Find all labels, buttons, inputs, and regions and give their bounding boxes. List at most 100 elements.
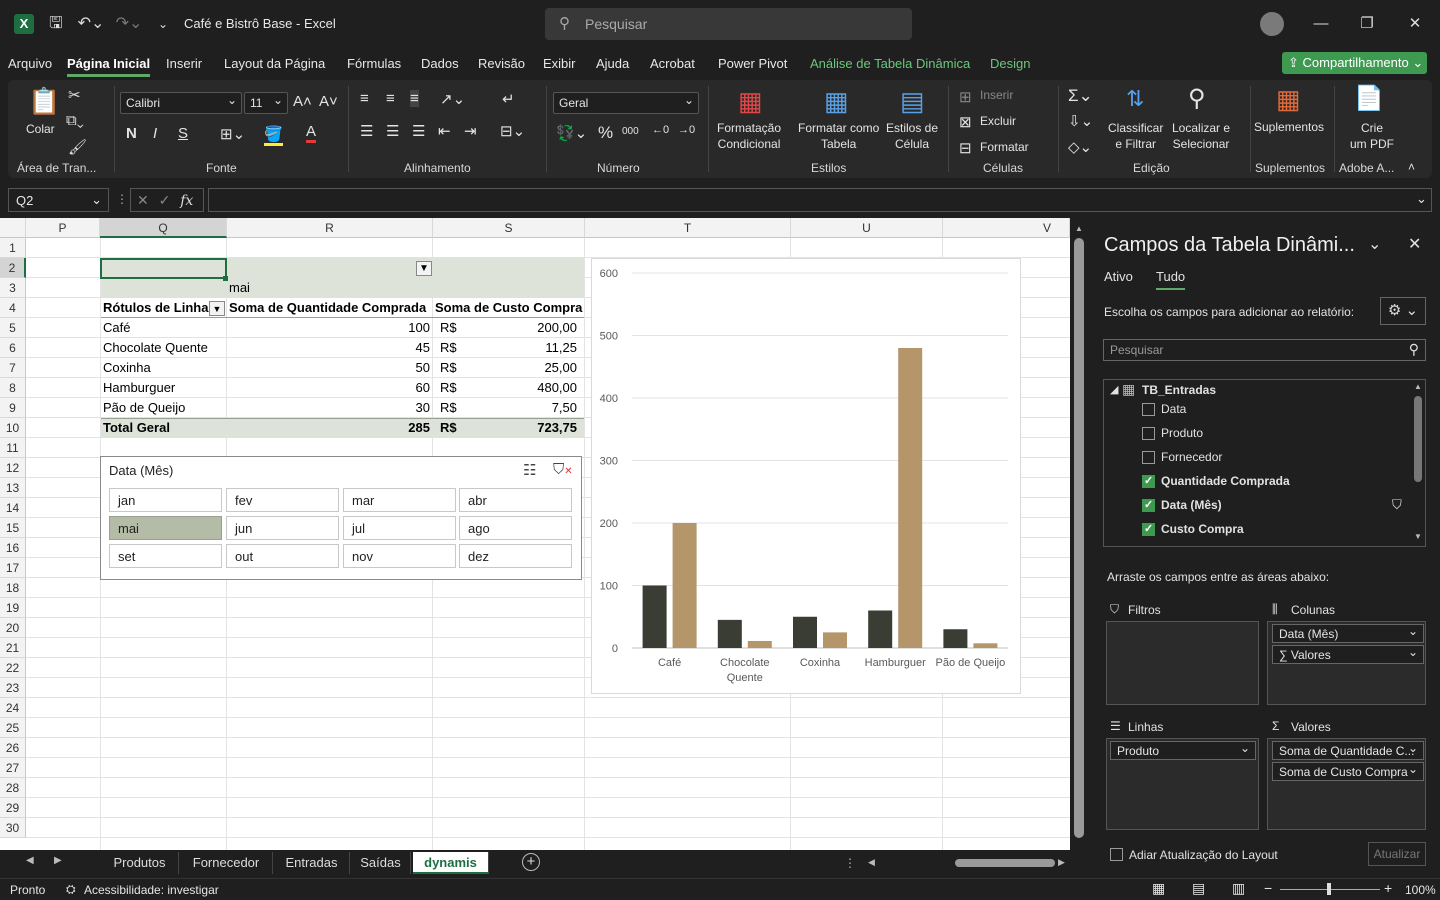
row-header[interactable]: 22 [0, 658, 26, 678]
save-icon[interactable]: 🖫 [46, 12, 66, 36]
field-checkbox[interactable] [1142, 498, 1155, 512]
addins-button[interactable]: Suplementos [1254, 120, 1324, 134]
zoom-in-icon[interactable]: + [1384, 880, 1392, 896]
scroll-thumb[interactable] [1074, 238, 1084, 838]
close-icon[interactable]: ✕ [1400, 10, 1430, 38]
paste-icon[interactable]: 📋 [28, 86, 60, 117]
columns-item-valores[interactable]: ∑ Valores [1272, 645, 1424, 664]
align-top-icon[interactable]: ≡ [360, 90, 369, 107]
row-header[interactable]: 10 [0, 418, 26, 438]
fill-color-icon[interactable]: 🪣 [264, 125, 283, 146]
restore-icon[interactable]: ❐ [1352, 10, 1382, 38]
row-header[interactable]: 3 [0, 278, 26, 298]
field-label[interactable]: Quantidade Comprada [1161, 474, 1290, 488]
clear-icon[interactable]: ◇⌄ [1068, 138, 1092, 156]
row-header[interactable]: 8 [0, 378, 26, 398]
orientation-icon[interactable]: ↗⌄ [440, 90, 465, 108]
cell-styles-icon[interactable]: ▤ [900, 86, 925, 117]
row-header[interactable]: 26 [0, 738, 26, 758]
italic-button[interactable]: I [153, 125, 157, 142]
row-header[interactable]: 11 [0, 438, 26, 458]
clear-filter-icon[interactable]: ⛉✕ [553, 461, 573, 478]
row-header[interactable]: 30 [0, 818, 26, 838]
field-label[interactable]: Produto [1161, 426, 1203, 440]
chart-bar[interactable] [973, 643, 998, 648]
zoom-out-icon[interactable]: − [1264, 880, 1272, 896]
row-header[interactable]: 28 [0, 778, 26, 798]
row-header[interactable]: 13 [0, 478, 26, 498]
merge-icon[interactable]: ⊟⌄ [500, 122, 525, 140]
row-header[interactable]: 24 [0, 698, 26, 718]
collapse-icon[interactable]: ◢ [1110, 383, 1118, 396]
percent-icon[interactable]: % [598, 123, 613, 143]
values-item-custo[interactable]: Soma de Custo Compra [1272, 762, 1424, 781]
align-bottom-icon[interactable]: ≡ [410, 90, 419, 107]
horizontal-scroll-thumb[interactable] [955, 859, 1055, 867]
enter-icon[interactable]: ✓ [159, 192, 171, 208]
row-header[interactable]: 14 [0, 498, 26, 518]
format-cells-icon[interactable]: ⊟ [959, 139, 972, 157]
zoom-level[interactable]: 100% [1405, 883, 1436, 897]
sort-filter-icon[interactable]: ⇅ [1126, 86, 1144, 112]
align-center-icon[interactable]: ☰ [386, 122, 399, 140]
field-checkbox[interactable] [1142, 403, 1155, 416]
chart-bar[interactable] [943, 629, 968, 648]
increase-decimal-icon[interactable]: ←0 [652, 124, 669, 136]
chart-bar[interactable] [868, 610, 893, 649]
menu-dados[interactable]: Dados [421, 56, 459, 71]
row-header[interactable]: 9 [0, 398, 26, 418]
sheet-tab-fornecedor[interactable]: Fornecedor [180, 852, 273, 874]
autosum-icon[interactable]: Σ⌄ [1068, 86, 1093, 106]
scroll-left-icon[interactable]: ◀ [868, 857, 875, 868]
menu-arquivo[interactable]: Arquivo [8, 56, 52, 71]
accessibility-status[interactable]: Acessibilidade: investigar [84, 883, 219, 897]
chart-bar[interactable] [672, 523, 697, 648]
grow-font-icon[interactable]: A˄ [293, 93, 312, 110]
chart-bar[interactable] [747, 640, 772, 648]
name-box-dropdown-icon[interactable]: ⌄ [91, 192, 102, 208]
format-table-button[interactable]: Formatar como Tabela [798, 120, 879, 152]
slicer-item-jan[interactable]: jan [109, 488, 222, 512]
font-size-select[interactable]: 11 [244, 92, 288, 114]
row-header[interactable]: 20 [0, 618, 26, 638]
field-checkbox[interactable] [1142, 474, 1155, 488]
conditional-format-icon[interactable]: ▦ [738, 86, 763, 117]
values-item-quantidade[interactable]: Soma de Quantidade C... [1272, 741, 1424, 760]
delete-cells-icon[interactable]: ⊠ [959, 113, 972, 131]
customize-toolbar-icon[interactable]: ⌄ [156, 12, 170, 36]
row-header[interactable]: 7 [0, 358, 26, 378]
sheet-tab-dynamis[interactable]: dynamis [413, 852, 489, 874]
row-header[interactable]: 1 [0, 238, 26, 258]
row-labels-dropdown[interactable]: ▼ [209, 301, 225, 316]
conditional-format-button[interactable]: Formatação Condicional [717, 120, 781, 152]
decrease-decimal-icon[interactable]: →0 [678, 124, 695, 136]
defer-update-checkbox[interactable] [1110, 848, 1123, 861]
prev-sheet-icon[interactable]: ◀ [26, 855, 34, 866]
row-header[interactable]: 18 [0, 578, 26, 598]
row-header[interactable]: 6 [0, 338, 26, 358]
menu-design[interactable]: Design [990, 56, 1030, 71]
cancel-icon[interactable]: ✕ [137, 192, 149, 208]
format-cells-button[interactable]: Formatar [980, 140, 1029, 154]
font-name-select[interactable]: Calibri [120, 92, 242, 114]
font-color-icon[interactable]: A [306, 123, 317, 143]
menu-pagina-inicial[interactable]: Página Inicial [67, 56, 151, 77]
row-header[interactable]: 27 [0, 758, 26, 778]
field-checkbox[interactable] [1142, 427, 1155, 440]
format-painter-icon[interactable]: 🖌 [68, 138, 87, 156]
worksheet-grid[interactable]: P Q R S T U V 1 2 3 4 5 6 7 8 9 10 11 12 13 14 15 16 17 1… [0, 218, 1070, 850]
format-table-icon[interactable]: ▦ [824, 86, 849, 117]
menu-inserir[interactable]: Inserir [166, 56, 202, 71]
align-middle-icon[interactable]: ≡ [386, 90, 395, 107]
sheet-tab-produtos[interactable]: Produtos [101, 852, 179, 874]
avatar[interactable] [1260, 12, 1284, 36]
row-header[interactable]: 25 [0, 718, 26, 738]
chart-bar[interactable] [823, 632, 847, 648]
menu-revisao[interactable]: Revisão [478, 56, 525, 71]
field-label[interactable]: Data [1161, 402, 1186, 416]
underline-button[interactable]: S [178, 125, 188, 142]
bold-button[interactable]: N [126, 125, 137, 142]
row-header[interactable]: 4 [0, 298, 26, 318]
column-header-p[interactable]: P [26, 218, 100, 238]
filters-area[interactable] [1106, 621, 1259, 705]
